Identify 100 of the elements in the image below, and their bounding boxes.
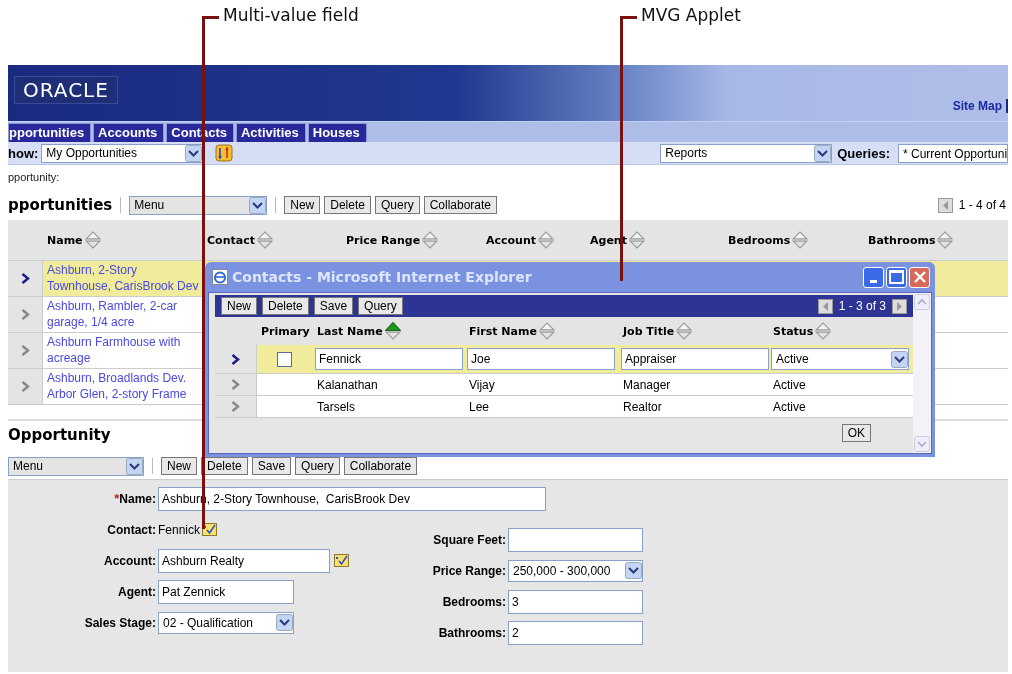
- dropdown[interactable]: 02 - Qualification: [158, 611, 294, 634]
- column-header[interactable]: Account: [486, 233, 537, 247]
- toolbar-button[interactable]: Delete: [324, 196, 371, 214]
- field-label: Bedrooms:: [441, 594, 507, 609]
- show-label: how:: [8, 145, 39, 161]
- chevron-icon: [20, 273, 30, 284]
- sort-icon: [792, 231, 809, 249]
- sort-icon: [937, 231, 954, 249]
- sort-icon: [256, 231, 273, 249]
- toolbar-button[interactable]: Delete: [262, 297, 309, 315]
- input-field[interactable]: Ashburn Realty: [158, 548, 330, 573]
- field-label: Bathrooms:: [437, 625, 507, 640]
- field-label: Name:: [119, 491, 156, 506]
- sort-icon: [422, 231, 439, 249]
- table-row[interactable]: Kalanathan Vijay Manager Active: [215, 374, 913, 396]
- close-button[interactable]: [909, 266, 930, 288]
- record-link[interactable]: Ashburn, 2-Story Townhouse, CarisBrook Dev: [47, 263, 199, 294]
- column-header[interactable]: Bedrooms: [728, 233, 791, 247]
- record-count: 1 - 4 of 4: [958, 198, 1006, 212]
- toolbar-button[interactable]: New: [221, 297, 257, 315]
- column-header[interactable]: Job Title: [623, 324, 675, 338]
- applet-title: pportunities: [8, 196, 113, 214]
- dropdown[interactable]: Active: [771, 348, 909, 370]
- table-cell-text: Tarsels: [316, 399, 355, 414]
- table-cell-text: Active: [772, 377, 806, 392]
- next-icon: [892, 298, 907, 314]
- applet-title: Opportunity: [8, 426, 111, 444]
- maximize-button[interactable]: [886, 266, 907, 288]
- sort-icon: [628, 231, 645, 249]
- ok-button[interactable]: OK: [841, 424, 871, 442]
- table-row[interactable]: Fennick Joe Appraiser Active: [215, 345, 913, 374]
- chevron-icon: [20, 309, 30, 320]
- tab[interactable]: Houses: [307, 123, 367, 142]
- input-field[interactable]: 3: [508, 589, 643, 614]
- header-link[interactable]: Site Map: [952, 99, 1008, 113]
- dropdown[interactable]: 250,000 - 300,000: [508, 559, 643, 582]
- table-row[interactable]: Tarsels Lee Realtor Active: [215, 396, 913, 418]
- chevron-icon: [20, 345, 30, 356]
- toolbar-button[interactable]: New: [284, 196, 321, 214]
- checkbox[interactable]: [277, 351, 292, 367]
- toolbar-button[interactable]: Save: [251, 457, 292, 475]
- toolbar-button[interactable]: Query: [295, 457, 340, 475]
- column-header[interactable]: First Name: [469, 324, 537, 338]
- column-header[interactable]: Last Name: [317, 324, 383, 338]
- input-field[interactable]: Fennick: [315, 348, 463, 370]
- table-cell-text: Lee: [468, 399, 490, 414]
- caret-icon: [625, 562, 642, 579]
- caret-icon: [814, 144, 832, 162]
- dropdown[interactable]: My Opportunities: [41, 143, 204, 163]
- callout-label: Multi-value field: [223, 5, 359, 25]
- sort-icon: [84, 231, 101, 249]
- chevron-icon: [231, 379, 240, 390]
- column-header[interactable]: Status: [773, 324, 814, 338]
- tab[interactable]: pportunities: [8, 123, 92, 142]
- chevron-icon: [231, 353, 240, 365]
- record-link[interactable]: Ashburn Farmhouse with acreage: [47, 335, 199, 366]
- column-header[interactable]: Name: [47, 233, 83, 247]
- column-header[interactable]: Contact: [207, 233, 255, 247]
- record-link[interactable]: Ashburn, Rambler, 2-car garage, 1/4 acre: [47, 299, 199, 330]
- input-field[interactable]: Appraiser: [621, 348, 769, 370]
- caret-icon: [276, 614, 293, 631]
- field-label: Sales Stage:: [83, 615, 157, 630]
- tab[interactable]: Activities: [235, 123, 306, 142]
- toolbar-button[interactable]: Collaborate: [343, 457, 418, 475]
- window-title: Contacts - Microsoft Internet Explorer: [232, 269, 532, 285]
- close-icon: [912, 270, 927, 284]
- table-cell-text: Active: [772, 399, 806, 414]
- field-value: Fennick: [158, 522, 201, 537]
- column-header[interactable]: Bathrooms: [868, 233, 936, 247]
- input-field[interactable]: 2: [508, 620, 643, 645]
- dropdown[interactable]: Menu: [129, 195, 268, 215]
- minimize-button[interactable]: [863, 266, 884, 288]
- toolbar-button[interactable]: Delete: [201, 457, 248, 475]
- input-field[interactable]: [508, 527, 643, 552]
- record-link[interactable]: Ashburn, Broadlands Dev. Arbor Glen, 2-story Frame: [47, 371, 199, 402]
- toolbar-button[interactable]: New: [161, 457, 197, 475]
- input-field[interactable]: Joe: [467, 348, 615, 370]
- input-field[interactable]: Pat Zennick: [158, 579, 294, 604]
- browser-icon: [212, 269, 228, 285]
- tab[interactable]: Accounts: [93, 123, 165, 142]
- toolbar-button[interactable]: Collaborate: [423, 196, 498, 214]
- dropdown[interactable]: Menu: [8, 456, 144, 476]
- logo: ORACLE: [14, 76, 118, 104]
- toolbar-button[interactable]: Save: [313, 297, 354, 315]
- field-label: Contact:: [106, 522, 157, 537]
- previous-icon: [817, 298, 833, 314]
- caret-icon: [249, 196, 267, 214]
- dropdown[interactable]: Reports: [660, 143, 833, 163]
- sort-icon: [538, 231, 555, 249]
- query-field[interactable]: * Current Opportuni: [898, 143, 1008, 163]
- required-marker: *: [114, 491, 120, 506]
- callout-label: MVG Applet: [641, 5, 741, 25]
- column-header[interactable]: Primary: [261, 324, 310, 338]
- breadcrumb: pportunity:: [8, 170, 61, 185]
- column-header[interactable]: Price Range: [346, 233, 421, 247]
- toolbar-button[interactable]: Query: [358, 297, 403, 315]
- field-label: Square Feet:: [432, 532, 507, 547]
- field-label: Price Range:: [431, 563, 507, 578]
- toolbar-button[interactable]: Query: [374, 196, 420, 214]
- chevron-icon: [231, 401, 240, 412]
